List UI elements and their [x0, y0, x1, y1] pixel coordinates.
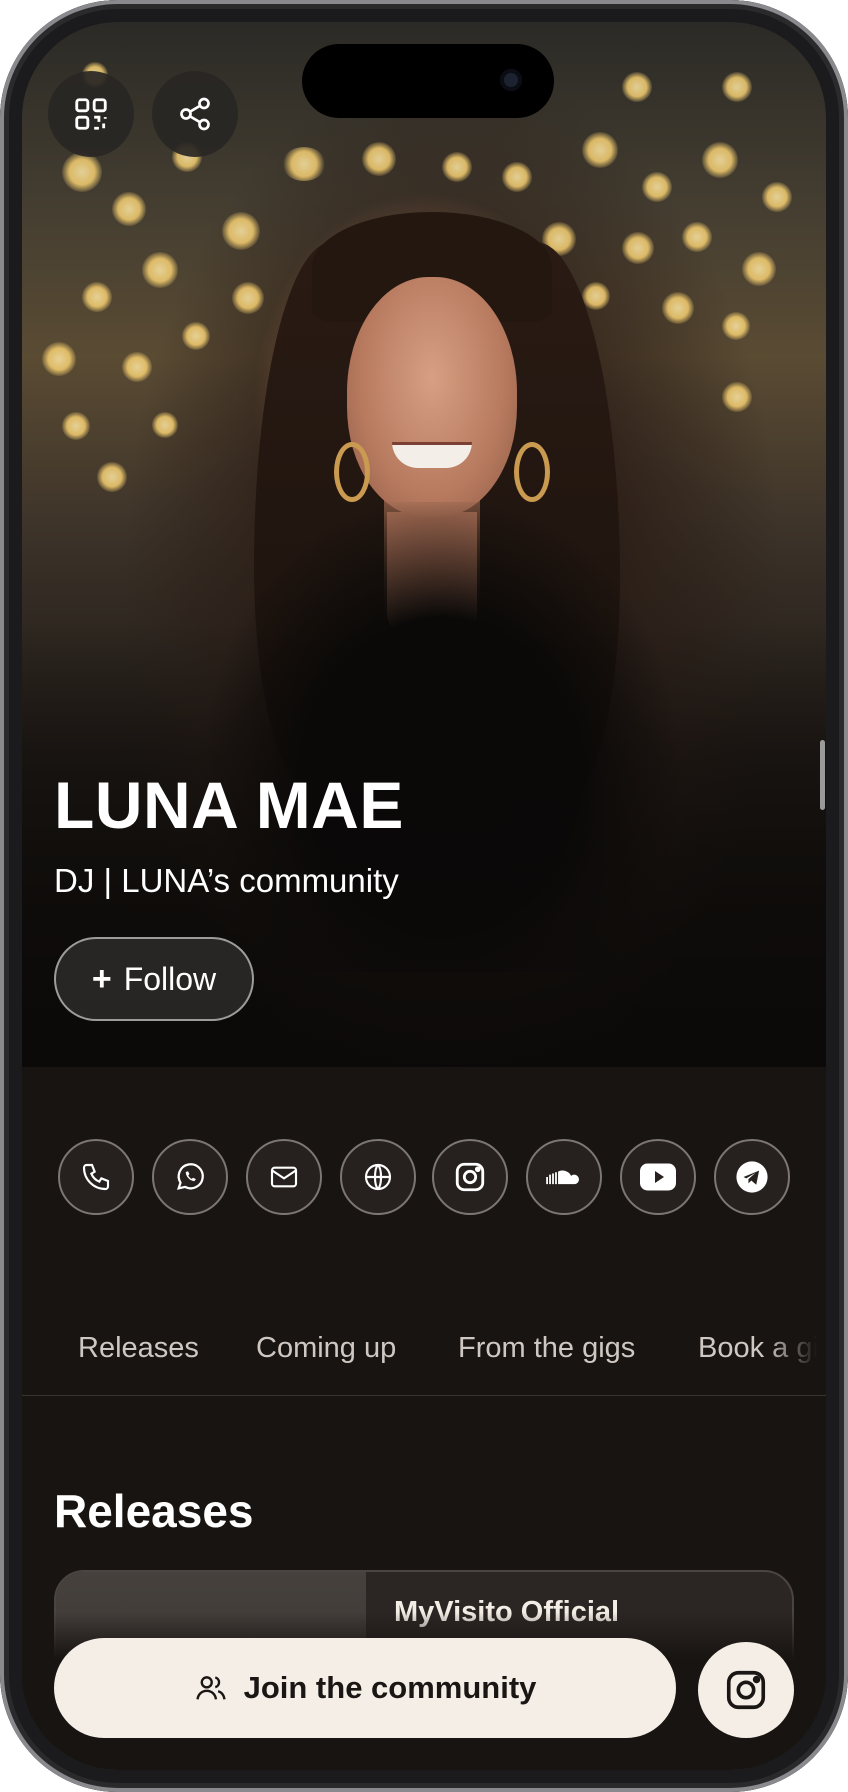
users-icon: [195, 1676, 226, 1700]
instagram-button[interactable]: [432, 1139, 508, 1215]
join-label: Join the community: [243, 1670, 537, 1705]
phone-icon: [82, 1163, 110, 1191]
telegram-icon: [736, 1161, 768, 1193]
whatsapp-button[interactable]: [152, 1139, 228, 1215]
join-community-button[interactable]: Join the community: [54, 1638, 676, 1738]
tab-releases[interactable]: Releases: [78, 1332, 199, 1365]
follow-label: Follow: [123, 960, 217, 997]
section-title: Releases: [54, 1485, 254, 1537]
instagram-fab[interactable]: [698, 1642, 794, 1738]
screen: LUNA MAE DJ | LUNA’s community + Follow: [22, 22, 826, 1770]
telegram-button[interactable]: [714, 1139, 790, 1215]
instagram-icon: [726, 1670, 766, 1710]
follow-button[interactable]: + Follow: [54, 937, 254, 1021]
camera-dot: [500, 69, 522, 91]
side-button: [820, 740, 825, 810]
contact-row: [22, 1067, 826, 1302]
qr-code-button[interactable]: [48, 71, 134, 157]
profile-subtitle: DJ | LUNA’s community: [54, 862, 399, 899]
phone-button[interactable]: [58, 1139, 134, 1215]
instagram-icon: [455, 1162, 485, 1192]
soundcloud-icon: [546, 1170, 579, 1185]
plus-icon: +: [91, 959, 112, 998]
share-icon: [180, 97, 210, 131]
email-icon: [270, 1166, 298, 1188]
section-tabs: Releases Coming up From the gigs Book a …: [22, 1302, 826, 1396]
qr-code-icon: [75, 98, 107, 130]
website-icon: [364, 1163, 392, 1191]
soundcloud-button[interactable]: [526, 1139, 602, 1215]
website-button[interactable]: [340, 1139, 416, 1215]
profile-name: LUNA MAE: [54, 768, 404, 842]
email-button[interactable]: [246, 1139, 322, 1215]
youtube-icon: [640, 1163, 676, 1191]
tab-coming-up[interactable]: Coming up: [256, 1332, 396, 1365]
youtube-button[interactable]: [620, 1139, 696, 1215]
tab-from-the-gigs[interactable]: From the gigs: [458, 1332, 635, 1365]
share-button[interactable]: [152, 71, 238, 157]
phone-frame: LUNA MAE DJ | LUNA’s community + Follow: [0, 0, 848, 1792]
whatsapp-icon: [176, 1163, 204, 1190]
hero-photo: [22, 22, 826, 1067]
